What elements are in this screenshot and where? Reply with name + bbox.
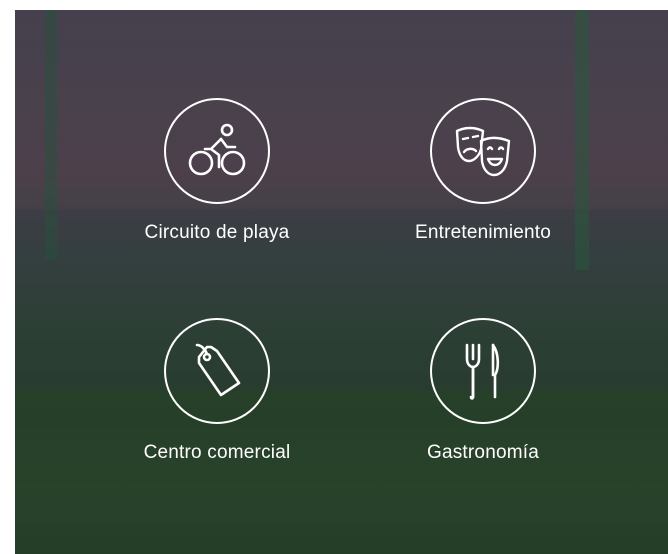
category-circuito-de-playa[interactable]: Circuito de playa (127, 98, 307, 244)
category-entretenimiento[interactable]: Entretenimiento (393, 98, 573, 244)
fork-knife-icon (465, 343, 500, 400)
theater-masks-icon (455, 126, 511, 177)
category-label: Circuito de playa (144, 222, 290, 243)
cyclist-icon (188, 123, 246, 176)
background-column-left (45, 10, 57, 260)
category-icon-circle (430, 98, 536, 204)
category-icon-circle (430, 318, 536, 424)
category-gastronomia[interactable]: Gastronomía (393, 318, 573, 464)
category-icon-circle (164, 98, 270, 204)
category-label: Gastronomía (426, 442, 540, 463)
category-centro-comercial[interactable]: Centro comercial (127, 318, 307, 464)
category-icon-circle (164, 318, 270, 424)
categories-panel: Circuito de playa Entretenimiento Centro… (15, 10, 668, 554)
category-label: Entretenimiento (414, 222, 552, 243)
price-tag-icon (195, 343, 241, 397)
background-column-right (575, 10, 589, 270)
category-label: Centro comercial (143, 442, 291, 463)
